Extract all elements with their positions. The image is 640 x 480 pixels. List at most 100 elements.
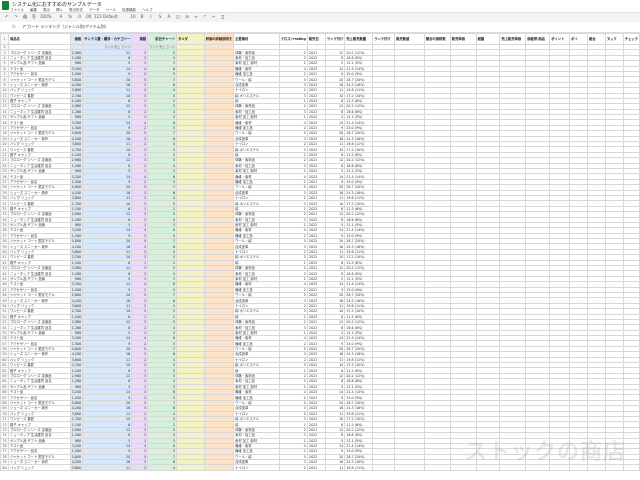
cell[interactable]: ヌック: [604, 33, 624, 45]
cell[interactable]: 3,200: [69, 335, 84, 342]
cell[interactable]: 前日チャート: [147, 33, 178, 45]
toolbar-button[interactable]: ⊤: [202, 14, 208, 20]
cell[interactable]: 1,100: [69, 97, 84, 105]
cell[interactable]: 1,280: [69, 108, 84, 116]
row-number[interactable]: 1: [0, 33, 9, 45]
cell[interactable]: 3,600: [69, 140, 84, 148]
cell[interactable]: 4,200: [69, 459, 84, 466]
cell[interactable]: 1,500: [69, 70, 84, 78]
header-row[interactable]: 1 商品名 価格 サンクス賞・順序・カテゴリー 満額 前日チャート ダメダ 評価の詳細説明文主…: [0, 33, 640, 45]
toolbar-button[interactable]: Default: [103, 14, 118, 20]
cell[interactable]: 3,200: [69, 227, 84, 234]
cell[interactable]: 満額: [131, 33, 149, 45]
cell[interactable]: 11: [82, 464, 133, 471]
cell[interactable]: 4,200: [69, 351, 84, 358]
toolbar-button[interactable]: %: [67, 14, 73, 20]
cell[interactable]: ポイント: [549, 33, 571, 45]
cell[interactable]: 1,100: [69, 259, 84, 267]
toolbar-button[interactable]: I: [148, 14, 154, 20]
cell[interactable]: バッグ リュック: [7, 464, 71, 471]
cell[interactable]: 5,800: [69, 399, 84, 407]
cell[interactable]: クロス/+rating: [278, 33, 308, 45]
cell[interactable]: 1,100: [69, 421, 84, 428]
toolbar-button[interactable]: B: [139, 14, 145, 20]
cell[interactable]: [423, 464, 451, 471]
cell[interactable]: 3,200: [69, 119, 84, 126]
cell[interactable]: 3,600: [69, 87, 84, 94]
toolbar-button[interactable]: 🖨: [22, 14, 28, 20]
cell[interactable]: [372, 464, 396, 471]
cell[interactable]: 2,700: [69, 200, 84, 207]
cell[interactable]: ナイロン: [233, 464, 280, 471]
cell[interactable]: 価格: [69, 33, 84, 45]
toolbar-button[interactable]: ¥: [58, 14, 64, 20]
cell[interactable]: 4,200: [69, 297, 84, 304]
cell[interactable]: 2,700: [69, 146, 84, 153]
cell[interactable]: 主要素材: [233, 33, 280, 45]
cell[interactable]: 4,200: [69, 405, 84, 412]
cell[interactable]: 1,500: [69, 232, 84, 240]
document-title[interactable]: システム化におすすめのサンプルデータ: [12, 1, 102, 8]
cell[interactable]: 販売日: [306, 33, 326, 45]
formula-input[interactable]: [22, 23, 622, 30]
cell[interactable]: 1,280: [69, 54, 84, 62]
cell[interactable]: 5,800: [69, 291, 84, 299]
toolbar-button[interactable]: ↷: [13, 14, 19, 20]
cell[interactable]: 3,600: [69, 248, 84, 256]
cell[interactable]: 1,500: [69, 394, 84, 401]
cell[interactable]: [394, 464, 425, 471]
cell[interactable]: 5,800: [69, 453, 84, 461]
cell[interactable]: 5,800: [69, 76, 84, 83]
cell[interactable]: 2,980: [69, 318, 84, 326]
toolbar-button[interactable]: ◫: [175, 14, 181, 20]
cell[interactable]: 2,980: [69, 49, 84, 56]
cell[interactable]: 2,700: [69, 308, 84, 315]
cell[interactable]: 販売数値: [394, 33, 425, 45]
cell[interactable]: 1,100: [69, 205, 84, 213]
cell[interactable]: 2,980: [69, 157, 84, 164]
cell[interactable]: 2,980: [69, 372, 84, 380]
cell[interactable]: 3,200: [69, 65, 84, 72]
cell[interactable]: 商品名: [7, 33, 71, 45]
cell[interactable]: 2,980: [69, 264, 84, 272]
cell[interactable]: 2,700: [69, 415, 84, 423]
cell[interactable]: 1,280: [69, 216, 84, 223]
cell[interactable]: 4,200: [69, 135, 84, 143]
cell[interactable]: 2,700: [69, 362, 84, 369]
cell[interactable]: ランク付け: [324, 33, 346, 45]
cell[interactable]: 2,980: [69, 426, 84, 434]
toolbar-button[interactable]: ⊞: [184, 14, 190, 20]
toolbar-button[interactable]: ↶: [4, 14, 10, 20]
toolbar-button[interactable]: 100%: [40, 14, 51, 20]
cell[interactable]: 評価の詳細説明文: [203, 33, 235, 45]
cell[interactable]: 売上販売数量: [344, 33, 374, 45]
cell[interactable]: 3,200: [69, 388, 84, 396]
cell[interactable]: 19.8 (11%): [344, 464, 374, 471]
cell[interactable]: ランク付け: [372, 33, 396, 45]
cell[interactable]: 1,280: [69, 324, 84, 331]
cell[interactable]: 4: [147, 464, 178, 471]
cell[interactable]: ポイ: [569, 33, 588, 45]
cell[interactable]: 4,200: [69, 81, 84, 89]
cell[interactable]: 5,800: [69, 184, 84, 191]
cell[interactable]: 2,980: [69, 103, 84, 110]
cell[interactable]: 売上販売単価: [499, 33, 527, 45]
cell[interactable]: ランク 売上 ランク: [147, 43, 178, 51]
cell[interactable]: [203, 464, 235, 471]
cell[interactable]: 1,500: [69, 286, 84, 294]
cell[interactable]: 価格帯/商品: [525, 33, 551, 45]
toolbar-button[interactable]: ≡: [193, 14, 199, 20]
row-number[interactable]: 80: [0, 464, 9, 471]
toolbar-button[interactable]: .0: [76, 14, 82, 20]
cell[interactable]: 1,280: [69, 432, 84, 439]
cell[interactable]: 5,800: [69, 345, 84, 353]
cell[interactable]: 1,500: [69, 178, 84, 186]
cell[interactable]: 3,200: [69, 442, 84, 450]
cell[interactable]: 1,280: [69, 270, 84, 277]
cell[interactable]: 5,800: [69, 238, 84, 245]
cell[interactable]: 1,500: [69, 124, 84, 132]
cell[interactable]: 4,200: [69, 243, 84, 250]
cell[interactable]: 2: [131, 464, 149, 471]
cell[interactable]: 1,500: [69, 340, 84, 347]
cell[interactable]: 総合: [586, 33, 606, 45]
